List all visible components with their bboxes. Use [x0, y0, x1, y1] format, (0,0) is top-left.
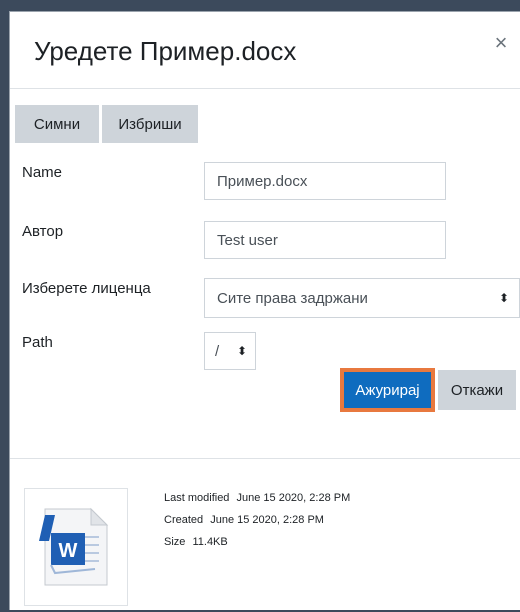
file-thumbnail: W	[24, 488, 128, 606]
author-label: Автор	[22, 223, 64, 240]
path-select[interactable]: / ⬍	[204, 332, 256, 370]
name-label: Name	[22, 164, 63, 181]
dialog-title: Уредете Пример.docx	[34, 36, 297, 66]
download-button[interactable]: Симни	[15, 105, 99, 143]
name-field[interactable]: Пример.docx	[204, 162, 446, 200]
delete-button[interactable]: Избриши	[102, 105, 198, 143]
update-button[interactable]: Ажурирај	[344, 372, 431, 408]
close-icon[interactable]: ×	[489, 30, 513, 56]
author-field[interactable]: Test user	[204, 221, 446, 259]
section-divider	[10, 458, 520, 459]
path-label: Path	[22, 334, 53, 351]
size-label: Size	[164, 536, 186, 548]
license-select-value: Сите права задржани	[217, 289, 368, 307]
dialog-header: Уредете Пример.docx ×	[10, 12, 520, 89]
last-modified-info: Last modified June 15 2020, 2:28 PM	[164, 492, 350, 504]
created-value: June 15 2020, 2:28 PM	[210, 514, 324, 526]
path-select-value: /	[215, 342, 220, 360]
select-caret-icon: ⬍	[236, 344, 247, 358]
license-select[interactable]: Сите права задржани ⬍	[204, 278, 520, 318]
license-label: Изберете лиценца	[22, 280, 151, 297]
size-info: Size 11.4KB	[164, 536, 228, 548]
word-document-icon: W	[39, 507, 109, 586]
cancel-button[interactable]: Откажи	[438, 370, 516, 410]
size-value: 11.4KB	[192, 536, 228, 548]
created-info: Created June 15 2020, 2:28 PM	[164, 514, 324, 526]
created-label: Created	[164, 514, 204, 526]
svg-text:W: W	[59, 540, 78, 562]
select-caret-icon: ⬍	[498, 291, 509, 305]
file-edit-dialog: Уредете Пример.docx × Симни Избриши Name…	[9, 11, 520, 610]
last-modified-value: June 15 2020, 2:28 PM	[236, 492, 351, 504]
last-modified-label: Last modified	[164, 492, 230, 504]
